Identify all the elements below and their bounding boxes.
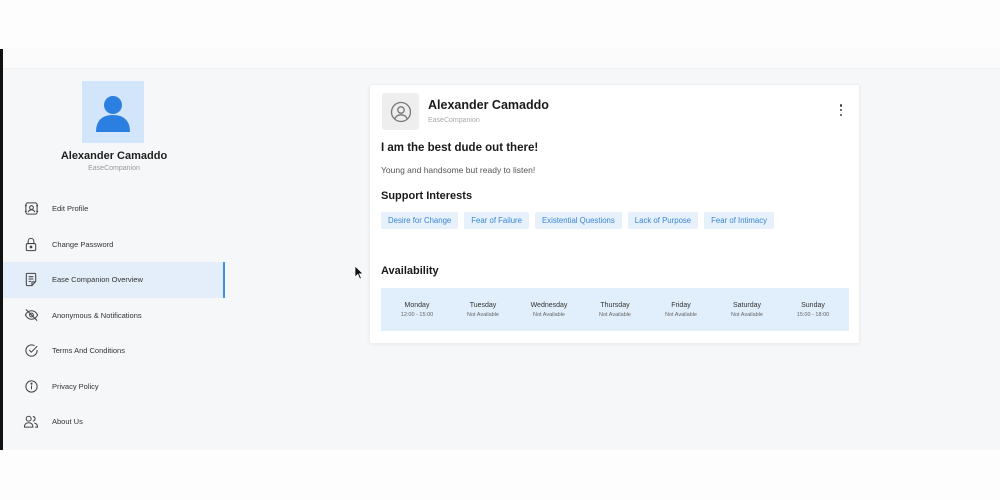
more-options-icon[interactable] [836,102,846,118]
card-name: Alexander Camaddo [428,98,549,112]
screenshot-stage: Alexander Camaddo EaseCompanion Edit Pro… [0,0,1000,500]
availability-day: Tuesday Not Available [451,302,516,318]
sidebar: Alexander Camaddo EaseCompanion Edit Pro… [3,69,225,450]
sidebar-item-label: Terms And Conditions [52,346,125,356]
availability-day: Wednesday Not Available [517,302,582,318]
availability-day: Sunday 15:00 - 18:00 [781,302,846,318]
availability-day: Monday 12:00 - 15:00 [385,302,450,318]
user-edit-icon [23,201,39,217]
eye-off-icon [23,307,39,323]
day-time: Not Available [466,311,499,318]
sidebar-menu: Edit Profile Change Password Ease Compan… [3,191,225,440]
sidebar-item-privacy-policy[interactable]: Privacy Policy [3,369,225,405]
document-icon [23,272,39,288]
sidebar-item-ease-companion-overview[interactable]: Ease Companion Overview [3,262,225,298]
mouse-cursor-icon [354,265,364,280]
profile-bio: Young and handsome but ready to listen! [381,165,536,175]
interest-chip: Existential Questions [534,212,622,229]
lock-icon [23,236,39,252]
sidebar-item-label: Edit Profile [52,204,89,214]
interest-chip: Desire for Change [381,212,459,229]
day-name: Saturday [732,301,762,309]
sidebar-item-label: Privacy Policy [52,381,99,391]
day-name: Friday [671,301,691,309]
interest-chip: Fear of Intimacy [704,212,775,229]
sidebar-item-terms-and-conditions[interactable]: Terms And Conditions [3,333,225,369]
sidebar-item-change-password[interactable]: Change Password [3,227,225,263]
support-interests-list: Desire for Change Fear of Failure Existe… [381,212,851,229]
sidebar-item-about-us[interactable]: About Us [3,404,225,440]
day-time: Not Available [598,311,631,318]
app-window: Alexander Camaddo EaseCompanion Edit Pro… [3,49,1000,450]
day-time: Not Available [730,311,763,318]
availability-day: Friday Not Available [649,302,714,318]
sidebar-item-label: Ease Companion Overview [52,275,143,285]
sidebar-item-anonymous-notifications[interactable]: Anonymous & Notifications [3,298,225,334]
interest-chip: Fear of Failure [464,212,529,229]
profile-role: EaseCompanion [88,165,140,172]
users-icon [23,414,39,430]
card-avatar [382,93,419,130]
person-icon [96,96,130,132]
day-name: Thursday [600,301,630,309]
profile-headline: I am the best dude out there! [381,142,539,154]
companion-profile-card: Alexander Camaddo EaseCompanion I am the… [369,84,860,344]
sidebar-item-edit-profile[interactable]: Edit Profile [3,191,225,227]
availability-day: Saturday Not Available [715,302,780,318]
day-time: Not Available [532,311,565,318]
day-time: 15:00 - 18:00 [796,311,830,318]
availability-table: Monday 12:00 - 15:00 Tuesday Not Availab… [381,288,849,331]
day-name: Wednesday [530,301,568,309]
top-bar [3,49,1000,69]
availability-day: Thursday Not Available [583,302,648,318]
interest-chip: Lack of Purpose [627,212,699,229]
sidebar-item-label: About Us [52,417,83,427]
day-name: Tuesday [469,301,497,309]
profile-name: Alexander Camaddo [60,150,168,162]
day-name: Sunday [801,301,825,309]
check-circle-icon [23,343,39,359]
sidebar-item-label: Change Password [52,239,114,249]
sidebar-item-label: Anonymous & Notifications [52,310,142,320]
day-time: Not Available [664,311,697,318]
support-interests-title: Support Interests [381,190,473,202]
profile-avatar[interactable] [82,81,144,143]
user-circle-icon [390,101,411,122]
card-role: EaseCompanion [428,117,480,124]
day-name: Monday [404,301,430,309]
info-icon [23,378,39,394]
availability-title: Availability [381,265,439,277]
day-time: 12:00 - 15:00 [400,311,434,318]
